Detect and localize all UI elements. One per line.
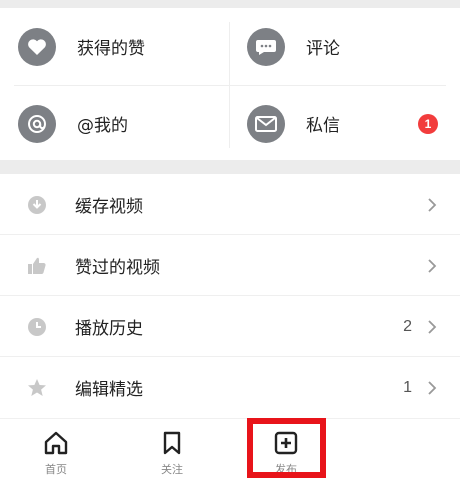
list-item-label: 缓存视频 [75, 197, 143, 217]
grid-horizontal-divider [14, 85, 446, 86]
at-sign-icon [18, 104, 56, 143]
mentions-cell[interactable]: @我的 [0, 85, 230, 162]
chevron-right-icon [428, 319, 437, 334]
list-item-cached-videos[interactable]: 缓存视频 [0, 174, 460, 235]
list-item-label: 赞过的视频 [75, 258, 160, 278]
add-square-icon [273, 430, 299, 456]
comments-cell[interactable]: 评论 [230, 8, 460, 85]
thumbs-up-icon [26, 255, 48, 277]
tab-home-label: 首页 [45, 463, 67, 476]
mentions-label: @我的 [77, 116, 128, 136]
top-separator [0, 0, 460, 8]
bottom-tab-bar: 首页 关注 发布 [0, 418, 460, 479]
notification-grid: 获得的赞 评论 @我的 私信 1 [0, 8, 460, 162]
private-messages-label: 私信 [306, 116, 340, 136]
list-item-liked-videos[interactable]: 赞过的视频 [0, 235, 460, 296]
clock-icon [26, 316, 48, 338]
likes-received-cell[interactable]: 获得的赞 [0, 8, 230, 85]
comments-label: 评论 [306, 39, 340, 59]
bookmark-icon [159, 430, 185, 456]
list-item-watch-history[interactable]: 播放历史 2 [0, 296, 460, 357]
tab-follow-label: 关注 [161, 463, 183, 476]
list-item-editors-picks[interactable]: 编辑精选 1 [0, 357, 460, 418]
envelope-icon [247, 104, 285, 143]
chevron-right-icon [428, 258, 437, 273]
list-item-label: 播放历史 [75, 319, 143, 339]
chevron-right-icon [428, 197, 437, 212]
comment-bubble-icon [247, 27, 285, 66]
editors-picks-count: 1 [403, 378, 412, 396]
tab-home[interactable]: 首页 [16, 419, 96, 479]
heart-icon [18, 27, 56, 66]
chevron-right-icon [428, 380, 437, 395]
section-separator [0, 160, 460, 174]
unread-badge: 1 [418, 113, 438, 134]
tab-follow[interactable]: 关注 [132, 419, 212, 479]
history-count: 2 [403, 317, 412, 335]
likes-received-label: 获得的赞 [77, 39, 145, 59]
download-icon [26, 194, 48, 216]
tab-publish[interactable]: 发布 [246, 419, 326, 479]
private-messages-cell[interactable]: 私信 1 [230, 85, 460, 162]
menu-list: 缓存视频 赞过的视频 播放历史 2 编辑精选 1 [0, 174, 460, 418]
home-icon [43, 430, 69, 456]
tab-publish-label: 发布 [275, 463, 297, 476]
star-icon [26, 377, 48, 399]
list-item-label: 编辑精选 [75, 380, 143, 400]
